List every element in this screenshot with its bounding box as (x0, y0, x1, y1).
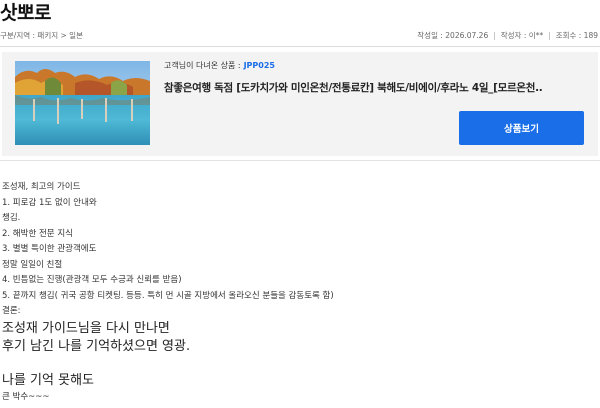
review-spacer (2, 356, 598, 372)
product-code[interactable]: JPP025 (244, 61, 275, 70)
visited-label: 고객님이 다녀온 상품 : (164, 61, 241, 70)
review-body: 조성재, 최고의 가이드 1. 피로감 1도 없이 안내와 챙김. 2. 해박한… (2, 180, 598, 405)
post-meta: 구분/지역 : 패키지 > 일본 작성일 : 2026.07.26 | 작성자 : … (0, 30, 600, 44)
header-divider (0, 46, 600, 47)
page-title: 삿뽀로 (0, 2, 51, 24)
separator: | (548, 31, 551, 40)
product-info: 고객님이 다녀온 상품 : JPP025 참좋은여행 독점 [도카치가와 미인온천… (164, 60, 543, 94)
product-card: 고객님이 다녀온 상품 : JPP025 참좋은여행 독점 [도카치가와 미인온천… (2, 52, 598, 156)
review-line: 2. 해박한 전문 지식 (2, 228, 73, 239)
view-count: 조회수 : 189 (555, 31, 598, 40)
review-line: 3. 별별 특이한 관광객에도 (2, 244, 97, 254)
separator: | (493, 31, 496, 40)
review-line: 조성재, 최고의 가이드 (2, 182, 81, 192)
review-line: 1. 피로감 1도 없이 안내와 (2, 197, 97, 208)
review-closing: 큰 박수~~~ (2, 391, 50, 402)
review-big-line: 후기 남긴 나를 기억하셨으면 영광. (2, 338, 191, 354)
product-name[interactable]: 참좋은여행 독점 [도카치가와 미인온천/전통료칸] 북해도/비에이/후라노 4… (164, 80, 564, 95)
breadcrumb: 구분/지역 : 패키지 > 일본 (0, 31, 83, 40)
product-divider (0, 160, 600, 161)
view-product-button[interactable]: 상품보기 (459, 111, 584, 145)
visited-product-row: 고객님이 다녀온 상품 : JPP025 (164, 60, 275, 71)
post-info: 작성일 : 2026.07.26 | 작성자 : 이** | 조회수 : 189 (417, 30, 598, 41)
lake-autumn-forest-photo (15, 61, 150, 145)
post-author: 작성자 : 이** (500, 31, 544, 40)
post-date: 작성일 : 2026.07.26 (417, 31, 489, 40)
product-thumbnail[interactable] (15, 61, 150, 145)
review-line: 결론: (2, 306, 21, 316)
review-line: 정말 일일이 친절 (2, 259, 63, 270)
review-line: 챙김. (2, 213, 21, 223)
review-big-line: 조성재 가이드님을 다시 만나면 (2, 320, 170, 336)
review-big-line: 나를 기억 못해도 (2, 372, 94, 388)
review-line: 4. 빈틈없는 진행(관광객 모두 수긍과 신뢰를 받음) (2, 275, 182, 285)
review-line: 5. 끝까지 챙김( 귀국 공항 티켓팅. 등등. 특히 먼 시골 지방에서 올… (2, 290, 334, 301)
